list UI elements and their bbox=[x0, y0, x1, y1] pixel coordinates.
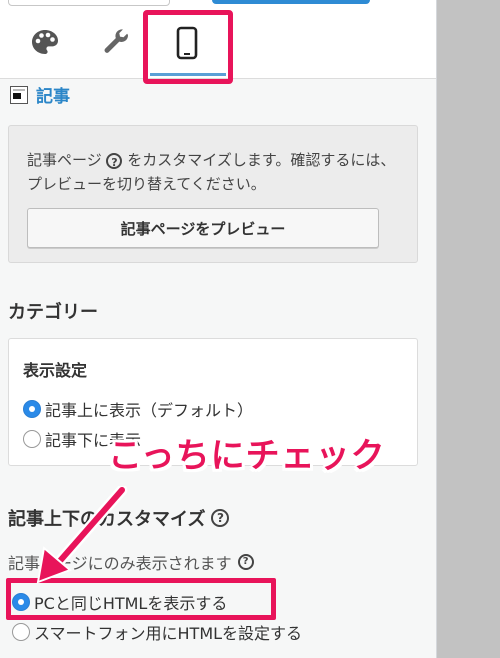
radio-option-mobile-html[interactable]: スマートフォン用にHTMLを設定する bbox=[12, 620, 302, 644]
category-heading: カテゴリー bbox=[8, 302, 98, 323]
help-icon[interactable]: ? bbox=[211, 509, 230, 527]
article-icon bbox=[10, 85, 28, 104]
preview-article-button[interactable]: 記事ページをプレビュー bbox=[27, 208, 379, 248]
top-right-button[interactable] bbox=[212, 0, 370, 4]
radio-unchecked[interactable] bbox=[12, 623, 30, 641]
wrench-icon bbox=[104, 29, 128, 53]
preview-area bbox=[437, 0, 500, 658]
info-text: 記事ページ ? をカスタマイズします。確認するには、プレビューを切り替えてくださ… bbox=[27, 148, 407, 196]
arrow-annotation-icon bbox=[36, 486, 128, 584]
radio-checked[interactable] bbox=[23, 400, 41, 418]
help-icon[interactable]: ? bbox=[237, 554, 254, 570]
palette-icon bbox=[32, 30, 58, 54]
info-text-part1: 記事ページ bbox=[27, 151, 102, 169]
tab-design[interactable] bbox=[28, 26, 62, 60]
tab-highlight-annotation bbox=[143, 10, 233, 84]
section-header[interactable]: 記事 bbox=[10, 82, 70, 107]
top-left-button[interactable] bbox=[8, 0, 170, 6]
info-box: 記事ページ ? をカスタマイズします。確認するには、プレビューを切り替えてくださ… bbox=[8, 125, 418, 263]
callout-text: こっちにチェック bbox=[108, 436, 386, 476]
help-icon[interactable]: ? bbox=[106, 152, 123, 169]
radio-label: スマートフォン用にHTMLを設定する bbox=[34, 624, 303, 643]
display-settings-title: 表示設定 bbox=[23, 361, 88, 380]
section-title: 記事 bbox=[36, 87, 70, 107]
tab-settings[interactable] bbox=[100, 26, 134, 60]
radio-unchecked[interactable] bbox=[23, 430, 41, 448]
radio-option-above[interactable]: 記事上に表示（デフォルト） bbox=[23, 397, 253, 421]
radio-label: 記事上に表示（デフォルト） bbox=[45, 401, 254, 420]
